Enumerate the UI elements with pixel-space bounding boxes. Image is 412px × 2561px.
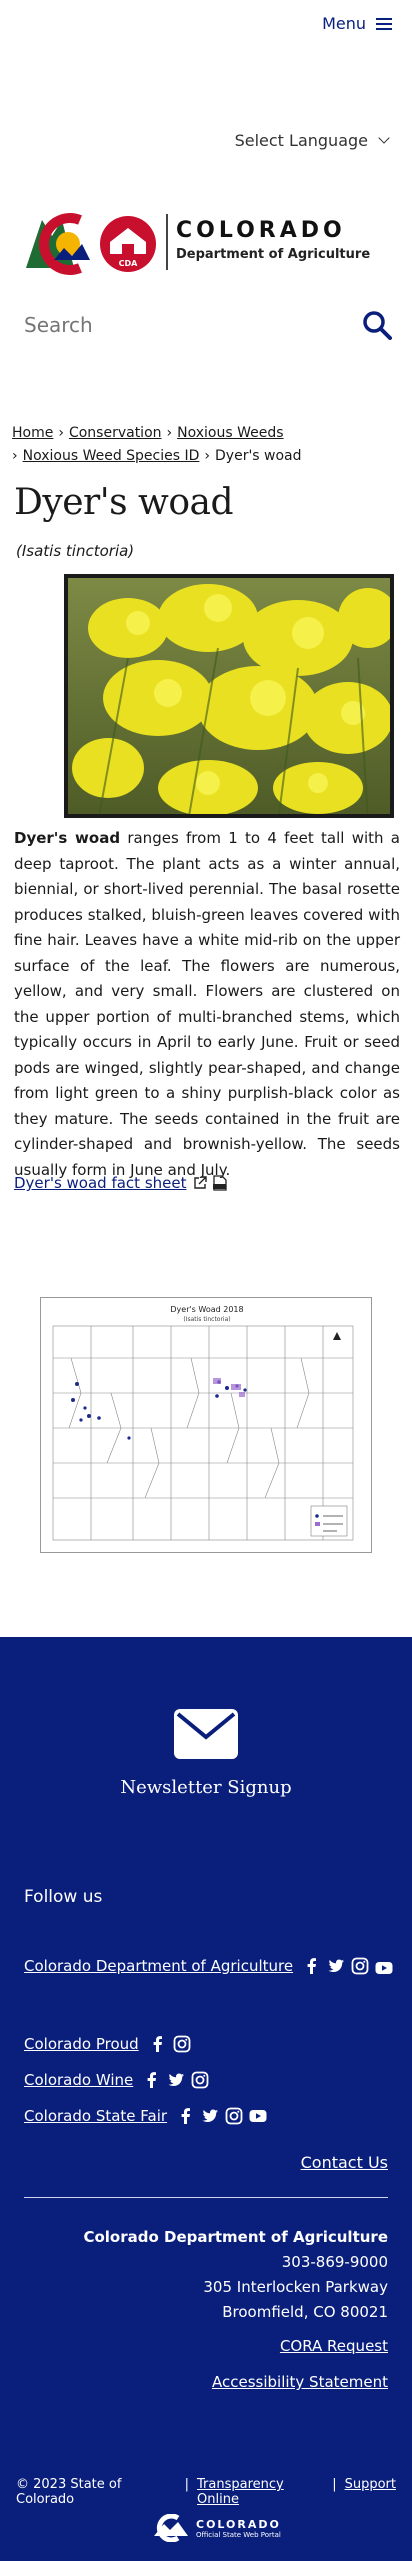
twitter-icon[interactable] — [201, 2107, 219, 2125]
state-portal-logo[interactable]: COLORADO Official State Web Portal — [152, 2514, 281, 2542]
footer-bottom-bar: © 2023 State of Colorado | Transparency … — [16, 2477, 396, 2507]
search-icon[interactable] — [362, 310, 392, 340]
breadcrumb-current: Dyer's woad — [215, 448, 302, 464]
distribution-map[interactable]: Dyer's Woad 2018 (Isatis tinctoria) — [40, 1297, 372, 1553]
breadcrumb-separator: › — [166, 425, 173, 441]
language-label: Select Language — [234, 131, 368, 150]
accessibility-statement-link[interactable]: Accessibility Statement — [212, 2373, 388, 2391]
cda-logo[interactable]: CDA COLORADO Department of Agriculture — [24, 208, 384, 276]
breadcrumb-noxious-weeds[interactable]: Noxious Weeds — [177, 425, 283, 441]
breadcrumb-separator: › — [12, 448, 18, 464]
county-outlines — [52, 1325, 354, 1541]
menu-button[interactable]: Menu — [322, 14, 392, 33]
newsletter-signup[interactable]: Newsletter Signup — [0, 1709, 412, 1798]
factsheet-link[interactable]: Dyer's woad fact sheet — [14, 1174, 187, 1192]
copyright: © 2023 State of Colorado — [16, 2477, 122, 2507]
external-link-icon — [193, 1176, 207, 1189]
breadcrumb-conservation[interactable]: Conservation — [69, 425, 162, 441]
twitter-icon[interactable] — [167, 2071, 185, 2089]
hamburger-icon — [376, 17, 392, 30]
envelope-icon — [174, 1709, 238, 1759]
description-body: ranges from 1 to 4 feet tall with a deep… — [14, 829, 400, 1179]
dyers-woad-photo — [64, 574, 394, 818]
breadcrumb-separator: › — [204, 448, 211, 464]
cda-badge-text: CDA — [119, 259, 139, 268]
map-subtitle: (Isatis tinctoria) — [183, 1316, 230, 1323]
separator: | — [184, 2477, 190, 2492]
cda-emblem-icon: CDA — [26, 213, 156, 275]
street-address: 305 Interlocken Parkway — [203, 2278, 388, 2296]
cora-request-link[interactable]: CORA Request — [280, 2337, 388, 2355]
social-link-colorado-state-fair[interactable]: Colorado State Fair — [24, 2107, 167, 2125]
logo-subtitle: Department of Agriculture — [176, 247, 371, 262]
breadcrumb-home[interactable]: Home — [12, 425, 53, 441]
contact-us-link[interactable]: Contact Us — [301, 2153, 388, 2172]
north-arrow-icon — [333, 1332, 341, 1340]
breadcrumb-separator: › — [58, 425, 64, 441]
scientific-name: (Isatis tinctoria) — [16, 542, 135, 560]
social-link-cda[interactable]: Colorado Department of Agriculture — [24, 1957, 293, 1975]
factsheet-link-row: Dyer's woad fact sheet — [14, 1174, 227, 1192]
facebook-icon[interactable] — [143, 2071, 161, 2089]
separator: | — [332, 2477, 337, 2492]
social-row-cda: Colorado Department of Agriculture — [24, 1955, 393, 1977]
page-title: Dyer's woad — [14, 482, 234, 523]
social-link-colorado-proud[interactable]: Colorado Proud — [24, 2035, 139, 2053]
search-bar — [24, 300, 392, 350]
breadcrumb-species-id[interactable]: Noxious Weed Species ID — [23, 448, 200, 464]
species-description: Dyer's woad ranges from 1 to 4 feet tall… — [14, 826, 400, 1183]
state-logo-sub: Official State Web Portal — [196, 2530, 281, 2539]
social-row-colorado-state-fair: Colorado State Fair — [24, 2107, 267, 2125]
facebook-icon[interactable] — [149, 2035, 167, 2053]
social-row-colorado-proud: Colorado Proud — [24, 2035, 191, 2053]
phone-number: 303-869-9000 — [281, 2253, 388, 2271]
follow-us-heading: Follow us — [24, 1887, 103, 1907]
pdf-icon — [212, 1175, 227, 1191]
map-title: Dyer's Woad 2018 — [170, 1305, 243, 1314]
footer-divider — [24, 2197, 388, 2198]
logo-divider — [166, 214, 168, 270]
logo-title: COLORADO — [176, 218, 346, 243]
instagram-icon[interactable] — [191, 2071, 209, 2089]
description-lead: Dyer's woad — [14, 829, 121, 847]
facebook-icon[interactable] — [303, 1957, 321, 1975]
youtube-icon[interactable] — [375, 1959, 393, 1977]
newsletter-label[interactable]: Newsletter Signup — [0, 1777, 412, 1798]
instagram-icon[interactable] — [173, 2035, 191, 2053]
state-logo-word: COLORADO — [196, 2517, 281, 2531]
infestation-area — [213, 1378, 245, 1397]
search-input[interactable] — [24, 313, 362, 337]
chevron-down-icon — [378, 132, 390, 144]
breadcrumb: Home › Conservation › Noxious Weeds › Noxious … — [12, 422, 400, 468]
instagram-icon[interactable] — [351, 1957, 369, 1975]
footer-address: Colorado Department of Agriculture 303-8… — [83, 2225, 388, 2325]
colorado-c-logo-icon — [154, 2514, 188, 2542]
youtube-icon[interactable] — [249, 2107, 267, 2125]
twitter-icon[interactable] — [327, 1957, 345, 1975]
support-link[interactable]: Support — [345, 2477, 396, 2507]
transparency-online-link[interactable]: Transparency Online — [197, 2477, 324, 2507]
social-link-colorado-wine[interactable]: Colorado Wine — [24, 2071, 133, 2089]
city-address: Broomfield, CO 80021 — [222, 2303, 388, 2321]
language-select[interactable]: Select Language — [234, 131, 390, 150]
menu-label: Menu — [322, 14, 366, 33]
infestation-points — [71, 1380, 247, 1440]
org-name: Colorado Department of Agriculture — [83, 2228, 388, 2246]
site-footer: Newsletter Signup Follow us Colorado Dep… — [0, 1637, 412, 2561]
instagram-icon[interactable] — [225, 2107, 243, 2125]
social-row-colorado-wine: Colorado Wine — [24, 2071, 209, 2089]
facebook-icon[interactable] — [177, 2107, 195, 2125]
